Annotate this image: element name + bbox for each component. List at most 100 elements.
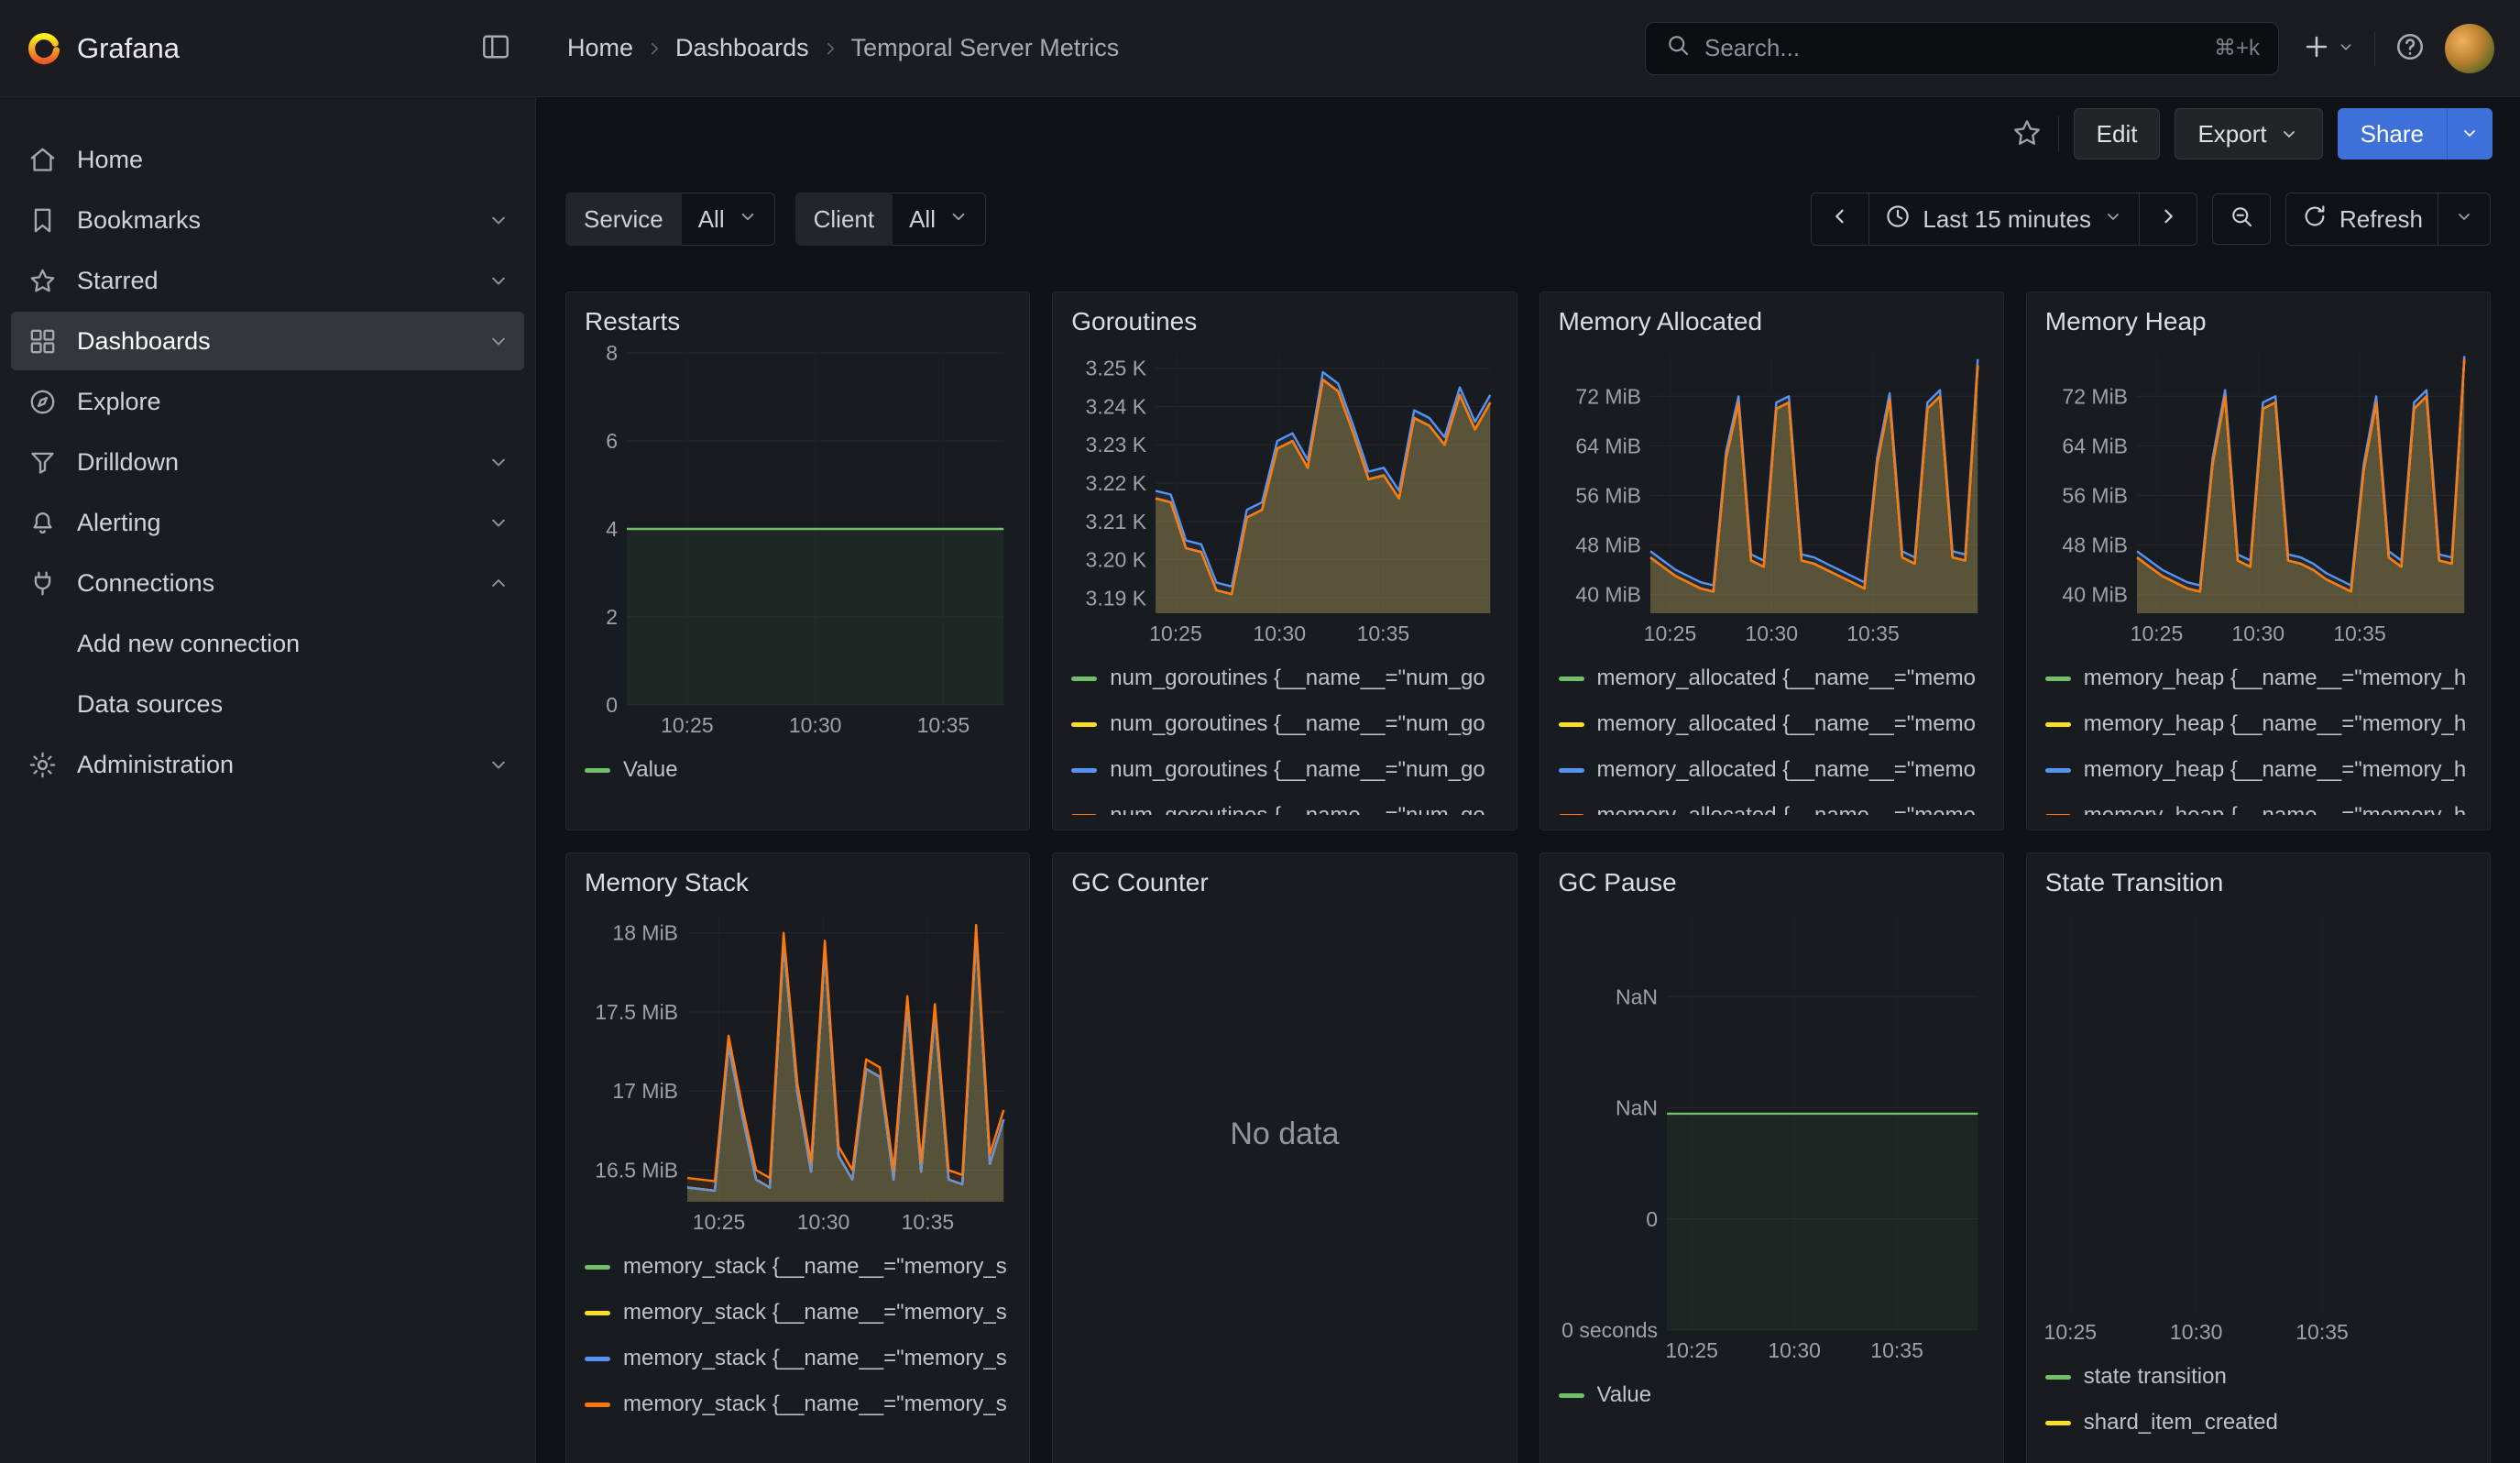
series-color-dash [2045,1421,2071,1425]
refresh-interval-button[interactable] [2438,193,2490,245]
sidebar-item-label: Drilldown [77,448,179,477]
series-color-dash [1559,722,1584,727]
legend-item[interactable]: num_goroutines {__name__="num_go [1071,793,1497,815]
legend-item[interactable]: num_goroutines {__name__="num_go [1071,701,1497,747]
plug-icon [27,568,60,599]
chart-canvas[interactable]: 3.19 K3.20 K3.21 K3.22 K3.23 K3.24 K3.25… [1071,344,1497,646]
grafana-logo-icon[interactable] [27,32,60,65]
svg-text:10:35: 10:35 [1870,1338,1923,1362]
chevron-down-icon[interactable] [486,328,511,354]
panel-title[interactable]: GC Pause [1559,868,1985,897]
sidebar-item-label: Dashboards [77,327,211,356]
sidebar-item-label: Alerting [77,509,161,537]
share-button[interactable]: Share [2338,108,2447,160]
legend-item[interactable]: memory_allocated {__name__="memo [1559,701,1985,747]
chart-canvas[interactable]: 40 MiB48 MiB56 MiB64 MiB72 MiB10:2510:30… [1559,344,1985,646]
share-menu-button[interactable] [2447,108,2493,160]
svg-text:4: 4 [606,517,618,541]
panel-gc-counter: GC CounterNo data [1052,852,1517,1463]
sidebar-item-connections[interactable]: Connections [11,554,524,612]
user-avatar[interactable] [2445,24,2494,73]
sidebar-item-explore[interactable]: Explore [11,372,524,431]
legend-item[interactable]: memory_stack {__name__="memory_s [585,1244,1011,1290]
svg-text:10:30: 10:30 [789,713,842,737]
filter-value-dropdown[interactable]: All [682,192,775,246]
favorite-star-button[interactable] [2011,116,2043,152]
sidebar-item-administration[interactable]: Administration [11,735,524,794]
legend-item[interactable]: memory_allocated {__name__="memo [1559,655,1985,701]
panel-title[interactable]: Memory Allocated [1559,307,1985,336]
sidebar-item-starred[interactable]: Starred [11,251,524,310]
series-color-dash [1559,768,1584,773]
legend-item[interactable]: num_goroutines {__name__="num_go [1071,655,1497,701]
legend-item[interactable]: memory_heap {__name__="memory_h [2045,701,2471,747]
legend-item[interactable]: memory_stack {__name__="memory_s [585,1336,1011,1381]
panel-title[interactable]: Goroutines [1071,307,1497,336]
svg-text:10:30: 10:30 [797,1210,850,1234]
sidebar-item-drilldown[interactable]: Drilldown [11,433,524,491]
legend-item[interactable]: memory_stack {__name__="memory_s [585,1290,1011,1336]
legend-item[interactable]: Value [585,747,1011,793]
legend-item[interactable]: shard_item_created [2045,1400,2471,1446]
svg-text:3.23 K: 3.23 K [1086,433,1147,456]
legend-item[interactable]: memory_stack {__name__="memory_s [585,1381,1011,1427]
svg-text:10:35: 10:35 [2333,622,2386,645]
svg-text:3.24 K: 3.24 K [1086,395,1147,419]
new-menu-button[interactable] [2301,31,2356,65]
sidebar-item-add-new-connection[interactable]: Add new connection [11,614,524,673]
chevron-down-icon[interactable] [486,752,511,777]
chevron-down-icon[interactable] [486,449,511,475]
edit-button[interactable]: Edit [2074,108,2161,160]
panel-title[interactable]: Restarts [585,307,1011,336]
sidebar: HomeBookmarksStarred Dashboards Explore Dri… [0,97,536,1463]
panel-legend: Value [1559,1372,1985,1463]
chevron-down-icon[interactable] [486,207,511,233]
legend-item[interactable]: memory_heap {__name__="memory_h [2045,655,2471,701]
chevron-down-icon[interactable] [486,268,511,293]
chart-canvas[interactable]: 10:2510:3010:35 [2045,905,2471,1345]
legend-item[interactable]: memory_heap {__name__="memory_h [2045,747,2471,793]
sidebar-item-home[interactable]: Home [11,130,524,189]
chart-canvas[interactable]: 0 seconds0NaNNaN10:2510:3010:35 [1559,905,1985,1363]
chevron-right-icon [642,37,666,60]
time-range-picker[interactable]: Last 15 minutes [1868,193,2139,245]
chevron-down-icon[interactable] [486,510,511,535]
sidebar-item-dashboards[interactable]: Dashboards [11,312,524,370]
sidebar-item-alerting[interactable]: Alerting [11,493,524,552]
gear-icon [27,750,60,780]
export-button[interactable]: Export [2175,108,2322,160]
bell-icon [27,508,60,538]
chart-canvas[interactable]: 40 MiB48 MiB56 MiB64 MiB72 MiB10:2510:30… [2045,344,2471,646]
breadcrumb-item-dashboards[interactable]: Dashboards [675,34,809,62]
chart-canvas[interactable]: 16.5 MiB17 MiB17.5 MiB18 MiB10:2510:3010… [585,905,1011,1235]
panel-legend: num_goroutines {__name__="num_gonum_goro… [1071,655,1497,815]
breadcrumb-item-home[interactable]: Home [567,34,633,62]
legend-item[interactable]: state transition [2045,1354,2471,1400]
svg-text:3.22 K: 3.22 K [1086,471,1147,495]
legend-item[interactable]: memory_heap {__name__="memory_h [2045,793,2471,815]
zoom-out-button[interactable] [2212,193,2271,245]
sidebar-item-data-sources[interactable]: Data sources [11,675,524,733]
panel-title[interactable]: Memory Stack [585,868,1011,897]
filter-label: Service [565,192,682,246]
legend-label: Value [623,757,678,783]
legend-item[interactable]: num_goroutines {__name__="num_go [1071,747,1497,793]
chevron-up-icon[interactable] [486,570,511,596]
sidebar-toggle-button[interactable] [479,30,512,66]
search-input[interactable]: Search... ⌘+k [1645,22,2279,75]
chart-canvas[interactable]: 0246810:2510:3010:35 [585,344,1011,738]
panel-title[interactable]: State Transition [2045,868,2471,897]
sidebar-item-bookmarks[interactable]: Bookmarks [11,191,524,249]
panel-title[interactable]: Memory Heap [2045,307,2471,336]
svg-text:10:35: 10:35 [917,713,970,737]
legend-item[interactable]: Value [1559,1372,1985,1418]
panel-title[interactable]: GC Counter [1071,868,1497,897]
refresh-button[interactable]: Refresh [2286,193,2438,245]
filter-value-dropdown[interactable]: All [893,192,986,246]
legend-item[interactable]: memory_allocated {__name__="memo [1559,747,1985,793]
help-button[interactable] [2394,30,2427,66]
time-shift-forward-button[interactable] [2139,193,2197,245]
legend-item[interactable]: memory_allocated {__name__="memo [1559,793,1985,815]
time-shift-back-button[interactable] [1812,193,1868,245]
panel-legend: memory_heap {__name__="memory_hmemory_he… [2045,655,2471,815]
